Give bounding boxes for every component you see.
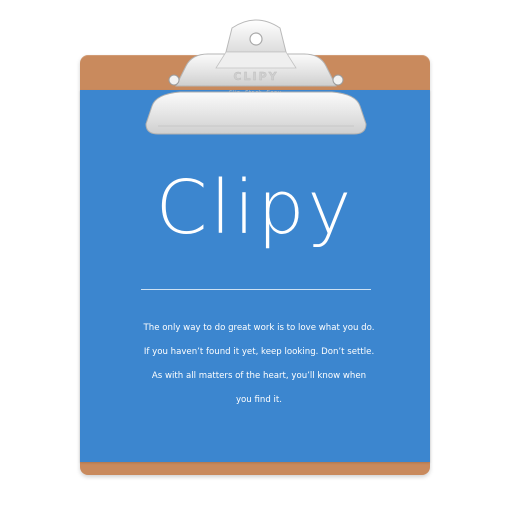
clip-engraving: CLIPY	[233, 70, 278, 83]
quote-line: you find it.	[235, 395, 283, 405]
quote-line: As with all matters of the heart, you’ll…	[151, 371, 367, 381]
quote-text: The only way to do great work is to love…	[100, 316, 418, 412]
quote-line: The only way to do great work is to love…	[143, 323, 375, 333]
clipboard-clip-icon: CLIPY Clip. Stack. Copy.	[145, 19, 367, 135]
clipy-app-icon: Clipy The only way to do great work is t…	[0, 0, 512, 512]
quote-line: If you haven’t found it yet, keep lookin…	[143, 347, 375, 357]
app-title: Clipy	[155, 165, 355, 251]
divider-line	[141, 289, 371, 290]
